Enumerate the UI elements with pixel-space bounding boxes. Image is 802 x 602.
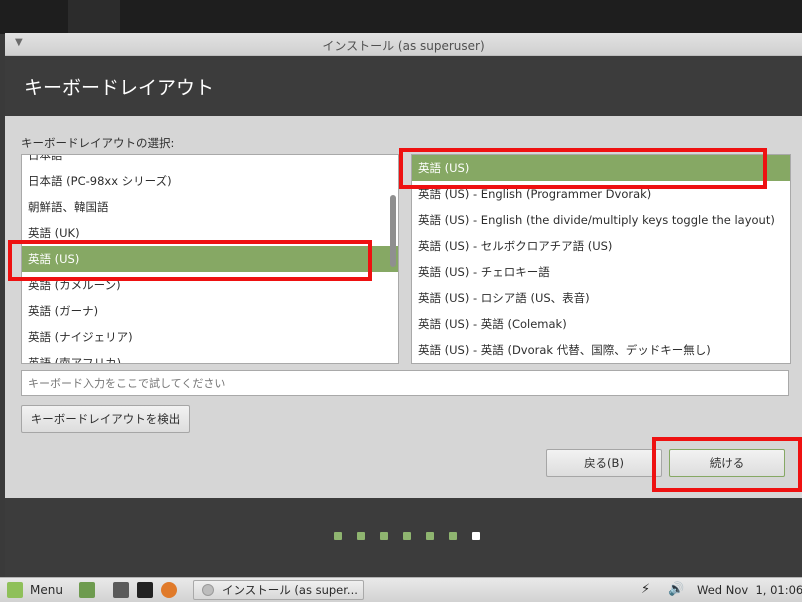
- page-title: キーボードレイアウト: [24, 77, 215, 99]
- layout-list-item[interactable]: 日本語 (PC-98xx シリーズ): [22, 168, 398, 194]
- terminal-icon[interactable]: [137, 582, 153, 598]
- layout-list-item[interactable]: 英語 (ガーナ): [22, 298, 398, 324]
- window-title: インストール (as superuser): [322, 39, 485, 53]
- progress-step-dot: [472, 532, 480, 540]
- variant-list[interactable]: 英語 (US) 英語 (US) - English (Programmer Dv…: [411, 154, 791, 364]
- variant-list-item[interactable]: 英語 (US) - チェロキー語: [412, 259, 790, 285]
- installer-window: ▼ インストール (as superuser) キーボードレイアウト キーボード…: [5, 33, 802, 577]
- variant-list-item[interactable]: 英語 (US) - 英語 (Dvorak 代替、国際、デッドキー無し): [412, 337, 790, 363]
- window-titlebar[interactable]: ▼ インストール (as superuser): [5, 33, 802, 56]
- layout-list-scrollbar[interactable]: [390, 195, 396, 267]
- layout-list-item[interactable]: 日本語: [22, 155, 398, 168]
- variant-list-item[interactable]: 英語 (US) - ロシア語 (US、表音): [412, 285, 790, 311]
- continue-button[interactable]: 続ける: [669, 449, 785, 477]
- progress-step-dot: [357, 532, 365, 540]
- page-header: キーボードレイアウト: [5, 56, 802, 116]
- clock[interactable]: Wed Nov 1, 01:06: [697, 578, 802, 602]
- progress-step-dot: [380, 532, 388, 540]
- desktop-strip: [68, 0, 120, 34]
- taskbar: Menu インストール (as super... ⚡ 🔊 Wed Nov 1, …: [0, 577, 802, 602]
- task-button-label: インストール (as super...: [222, 583, 358, 597]
- show-desktop-icon[interactable]: [79, 582, 95, 598]
- progress-step-dot: [449, 532, 457, 540]
- menu-label[interactable]: Menu: [30, 578, 63, 602]
- content-area: キーボードレイアウトの選択: 日本語 日本語 (PC-98xx シリーズ) 朝鮮…: [5, 116, 802, 498]
- detect-layout-button[interactable]: キーボードレイアウトを検出: [21, 405, 190, 433]
- desktop-background: [0, 0, 802, 34]
- variant-list-item[interactable]: 英語 (US) - 英語 (Colemak): [412, 311, 790, 337]
- layout-list-item[interactable]: 英語 (南アフリカ): [22, 350, 398, 363]
- mint-menu-icon[interactable]: [7, 582, 23, 598]
- layout-list-item[interactable]: 英語 (カメルーン): [22, 272, 398, 298]
- firefox-icon[interactable]: [161, 582, 177, 598]
- variant-list-item-selected[interactable]: 英語 (US): [412, 155, 790, 181]
- variant-list-item[interactable]: 英語 (US) - English (the divide/multiply k…: [412, 207, 790, 233]
- layout-list-item[interactable]: 英語 (ナイジェリア): [22, 324, 398, 350]
- volume-icon[interactable]: 🔊: [668, 578, 684, 602]
- back-button[interactable]: 戻る(B): [546, 449, 662, 477]
- task-button-installer[interactable]: インストール (as super...: [193, 580, 364, 600]
- layout-list-item[interactable]: 英語 (UK): [22, 220, 398, 246]
- variant-list-item[interactable]: 英語 (US) - セルボクロアチア語 (US): [412, 233, 790, 259]
- file-manager-icon[interactable]: [113, 582, 129, 598]
- disc-icon: [202, 584, 214, 596]
- progress-step-dot: [426, 532, 434, 540]
- progress-step-dot: [403, 532, 411, 540]
- layout-list-item[interactable]: 朝鮮語、韓国語: [22, 194, 398, 220]
- variant-list-item[interactable]: 英語 (US) - English (Programmer Dvorak): [412, 181, 790, 207]
- network-icon[interactable]: ⚡: [641, 578, 650, 602]
- layout-list-item-selected[interactable]: 英語 (US): [22, 246, 398, 272]
- progress-step-dot: [334, 532, 342, 540]
- progress-band: [5, 498, 802, 577]
- layout-select-label: キーボードレイアウトの選択:: [21, 136, 175, 150]
- layout-list[interactable]: 日本語 日本語 (PC-98xx シリーズ) 朝鮮語、韓国語 英語 (UK) 英…: [21, 154, 399, 364]
- keyboard-test-input[interactable]: [21, 370, 789, 396]
